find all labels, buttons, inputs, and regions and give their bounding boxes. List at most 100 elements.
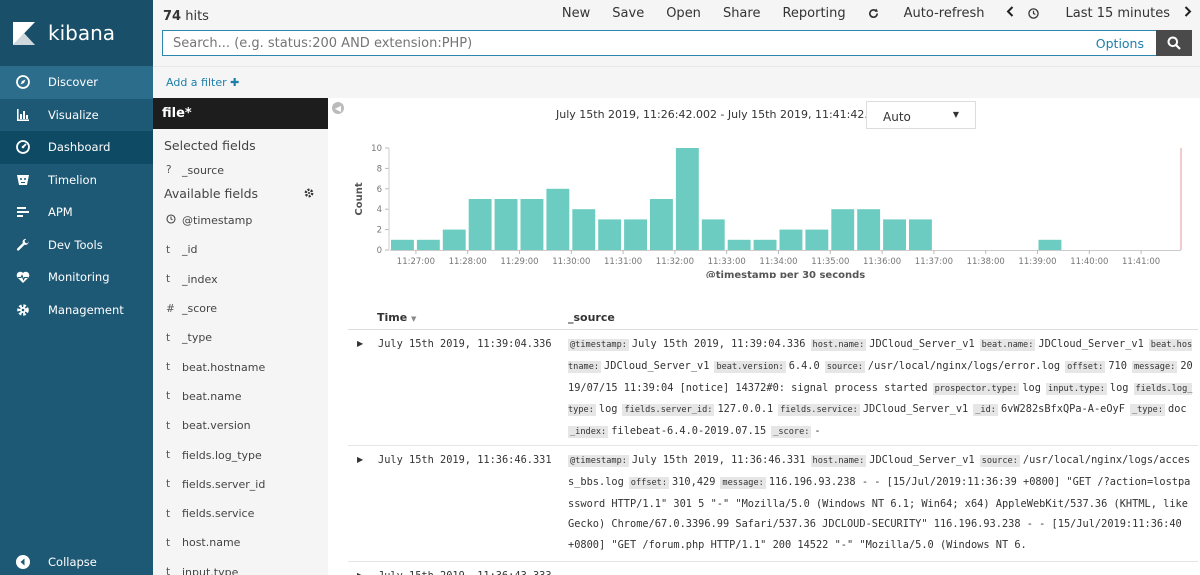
field-item[interactable]: @timestamp	[153, 206, 328, 235]
histogram-bar[interactable]	[753, 239, 777, 250]
x-tick-label: 11:41:00	[1122, 257, 1160, 267]
time-picker-button[interactable]: Last 15 minutes	[1028, 6, 1170, 21]
table-row[interactable]: ▶ July 15th 2019, 11:36:46.331 @timestamp:…	[348, 446, 1198, 562]
interval-value: Auto	[883, 110, 911, 124]
histogram-bar[interactable]	[442, 229, 466, 250]
field-type-icon: t	[166, 419, 171, 432]
source-field-key: prospector.type:	[932, 382, 1020, 395]
field-type-icon: t	[166, 390, 171, 403]
sidebar-item-management[interactable]: Management	[0, 294, 153, 327]
share-button[interactable]: Share	[723, 6, 761, 21]
search-bar: Options	[162, 30, 1192, 56]
sidebar-item-discover[interactable]: Discover	[0, 66, 153, 99]
histogram-bar[interactable]	[675, 148, 699, 250]
histogram-bar[interactable]	[546, 188, 570, 250]
source-field-key: message:	[720, 476, 766, 489]
expand-row-icon[interactable]: ▶	[357, 455, 363, 464]
field-item[interactable]: t fields.server_id	[153, 470, 328, 499]
field-type-icon: ?	[166, 164, 172, 176]
interval-select[interactable]: Auto ▼	[866, 101, 976, 129]
open-button[interactable]: Open	[666, 6, 701, 21]
histogram-bar[interactable]	[416, 239, 440, 250]
field-item[interactable]: t fields.log_type	[153, 440, 328, 469]
add-filter-label: Add a filter	[166, 76, 227, 89]
histogram-bar[interactable]	[883, 219, 906, 250]
histogram-bar[interactable]	[857, 209, 881, 250]
source-field-key: offset:	[1065, 360, 1106, 373]
search-box: Options	[162, 30, 1156, 56]
table-row[interactable]: ▶ July 15th 2019, 11:36:43.333	[348, 562, 1198, 575]
histogram-bar[interactable]	[520, 199, 544, 250]
histogram-bar[interactable]	[572, 209, 596, 250]
histogram-chart[interactable]: Count 0 2 4 6 8 10 11:27:00 11:28:00 11:29:00 11…	[348, 138, 1193, 278]
histogram-bar[interactable]	[727, 239, 751, 250]
x-tick-label: 11:35:00	[811, 257, 849, 267]
field-type-icon: t	[166, 449, 171, 462]
table-row[interactable]: ▶ July 15th 2019, 11:39:04.336 @timestamp:…	[348, 330, 1198, 446]
add-filter-button[interactable]: Add a filter ✚	[166, 76, 239, 89]
histogram-bar[interactable]	[624, 219, 647, 250]
search-input[interactable]	[173, 35, 1096, 51]
save-button[interactable]: Save	[612, 6, 644, 21]
time-prev-button[interactable]	[1006, 6, 1014, 21]
available-field-list: @timestamp t _id t _index # _score t _type t beat.…	[153, 206, 328, 575]
histogram-bar[interactable]	[909, 219, 932, 250]
x-tick-label: 11:34:00	[759, 257, 797, 267]
index-pattern-selector[interactable]: file*	[153, 98, 328, 129]
timelion-icon	[14, 171, 32, 189]
field-item[interactable]: t fields.service	[153, 499, 328, 528]
auto-refresh-button[interactable]: Auto-refresh	[868, 6, 984, 21]
options-button[interactable]: Options	[1096, 36, 1144, 51]
sidebar-item-monitoring[interactable]: Monitoring	[0, 261, 153, 294]
histogram-bar[interactable]	[779, 229, 803, 250]
histogram-bar[interactable]	[831, 209, 855, 250]
field-name: _source	[182, 163, 225, 177]
field-item[interactable]: t beat.version	[153, 411, 328, 440]
row-time: July 15th 2019, 11:36:46.331	[378, 454, 552, 466]
field-name: host.name	[182, 536, 241, 550]
kibana-logo[interactable]: kibana	[0, 0, 153, 66]
sidebar-item-dashboard[interactable]: Dashboard	[0, 131, 153, 164]
histogram-bar[interactable]	[701, 219, 725, 250]
time-column-header[interactable]: Time ▼	[377, 311, 416, 324]
histogram-bar[interactable]	[494, 199, 518, 250]
source-field-value: /usr/local/nginx/logs/error.log	[867, 359, 1061, 372]
source-field-value: 310,429	[672, 475, 716, 488]
histogram-bar[interactable]	[468, 199, 492, 250]
refresh-icon	[868, 8, 878, 19]
sidebar-item-dev-tools[interactable]: Dev Tools	[0, 229, 153, 262]
field-item[interactable]: t input.type	[153, 558, 328, 575]
field-item[interactable]: # _score	[153, 294, 328, 323]
new-button[interactable]: New	[562, 6, 590, 21]
expand-row-icon[interactable]: ▶	[357, 571, 363, 575]
field-type-icon: t	[166, 361, 171, 374]
collapse-sidebar-icon[interactable]: ◀	[332, 102, 344, 114]
dropdown-arrow-icon: ▼	[952, 110, 959, 119]
field-type-icon: t	[166, 478, 171, 491]
field-item[interactable]: ? _source	[153, 158, 328, 182]
field-item[interactable]: t host.name	[153, 528, 328, 557]
expand-row-icon[interactable]: ▶	[357, 339, 363, 348]
sidebar-item-timelion[interactable]: Timelion	[0, 164, 153, 197]
histogram-bar[interactable]	[1038, 239, 1062, 250]
x-tick-label: 11:38:00	[967, 257, 1005, 267]
field-item[interactable]: t _type	[153, 323, 328, 352]
histogram-bar[interactable]	[805, 229, 829, 250]
reporting-button[interactable]: Reporting	[782, 6, 845, 21]
gear-icon[interactable]	[304, 182, 314, 206]
field-item[interactable]: t beat.name	[153, 382, 328, 411]
y-tick-label: 6	[377, 185, 382, 195]
sidebar-item-apm[interactable]: APM	[0, 196, 153, 229]
collapse-button[interactable]: Collapse	[0, 549, 153, 575]
field-item[interactable]: t beat.hostname	[153, 352, 328, 381]
field-item[interactable]: t _id	[153, 235, 328, 264]
histogram-bar[interactable]	[650, 199, 673, 250]
row-source: @timestamp: July 15th 2019, 11:36:46.331 h…	[568, 450, 1194, 556]
search-button[interactable]	[1156, 30, 1192, 56]
sidebar-item-visualize[interactable]: Visualize	[0, 99, 153, 132]
time-next-button[interactable]	[1184, 6, 1192, 21]
field-item[interactable]: t _index	[153, 265, 328, 294]
histogram-bar[interactable]	[391, 239, 414, 250]
histogram-bar[interactable]	[598, 219, 622, 250]
hits-number: 74	[163, 9, 182, 24]
